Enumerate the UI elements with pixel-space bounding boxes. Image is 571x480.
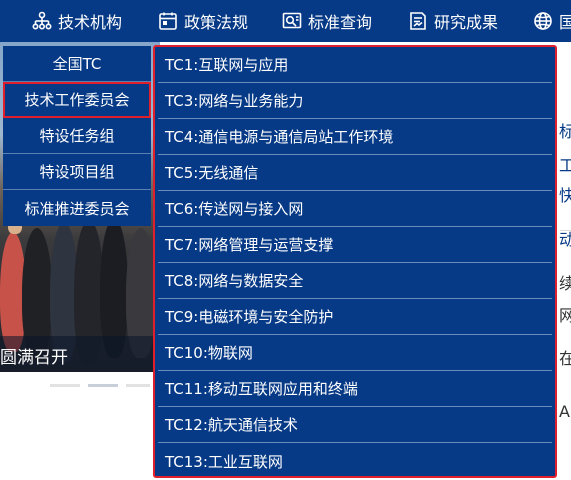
submenu-item-tc11[interactable]: TC11:移动互联网应用和终端 <box>158 371 552 407</box>
carousel-dot-active[interactable] <box>88 384 118 387</box>
news-text-fragment: 在 <box>559 349 571 368</box>
carousel-dot[interactable] <box>126 384 150 387</box>
submenu-item-tc12[interactable]: TC12:航天通信技术 <box>158 407 552 443</box>
menu-item-tech-committee[interactable]: 技术工作委员会 <box>3 82 151 118</box>
submenu-item-tc5[interactable]: TC5:无线通信 <box>158 155 552 191</box>
carousel-indicators <box>50 384 150 387</box>
nav-item-standard-search[interactable]: 标准查询 <box>282 0 372 42</box>
submenu-item-tc10[interactable]: TC10:物联网 <box>158 335 552 371</box>
nav-item-label: 研究成果 <box>434 13 499 32</box>
photo-caption[interactable]: 圆满召开 <box>0 343 68 368</box>
search-doc-icon <box>282 11 302 31</box>
submenu-item-tc1[interactable]: TC1:互联网与应用 <box>158 47 552 83</box>
nav-item-label: 标准查询 <box>308 13 373 32</box>
top-navigation-bar: 技术机构 政策法规 标准查询 研究成果 国 <box>0 0 571 42</box>
submenu-item-tc3[interactable]: TC3:网络与业务能力 <box>158 83 552 119</box>
news-text-fragment: AI <box>559 402 571 421</box>
news-text-fragment: 网 <box>559 306 571 325</box>
carousel-dot[interactable] <box>50 384 80 387</box>
submenu-item-tc9[interactable]: TC9:电磁环境与安全防护 <box>158 299 552 335</box>
globe-icon <box>533 11 553 31</box>
submenu-item-tc7[interactable]: TC7:网络管理与运营支撑 <box>158 227 552 263</box>
nav-item-label: 技术机构 <box>58 13 123 32</box>
submenu-item-tc4[interactable]: TC4:通信电源与通信局站工作环境 <box>158 119 552 155</box>
org-chart-icon <box>32 11 52 31</box>
tech-committee-submenu: TC1:互联网与应用 TC3:网络与业务能力 TC4:通信电源与通信局站工作环境… <box>153 45 557 478</box>
nav-item-label: 国 <box>559 13 571 32</box>
news-text-fragment: 续 <box>559 274 571 293</box>
news-title-fragment[interactable]: 动 <box>559 226 571 250</box>
nav-item-international[interactable]: 国 <box>533 0 571 42</box>
menu-item-national-tc[interactable]: 全国TC <box>3 46 151 82</box>
submenu-item-tc6[interactable]: TC6:传送网与接入网 <box>158 191 552 227</box>
report-icon <box>408 11 428 31</box>
news-title-fragment[interactable]: 标 <box>559 118 571 142</box>
news-title-fragment[interactable]: 快 <box>559 182 571 206</box>
nav-item-policy[interactable]: 政策法规 <box>158 0 248 42</box>
submenu-item-tc8[interactable]: TC8:网络与数据安全 <box>158 263 552 299</box>
tech-org-dropdown-menu: 全国TC 技术工作委员会 特设任务组 特设项目组 标准推进委员会 <box>3 46 151 226</box>
nav-item-research[interactable]: 研究成果 <box>408 0 498 42</box>
menu-item-standard-promotion-committee[interactable]: 标准推进委员会 <box>3 190 151 226</box>
menu-item-special-project-group[interactable]: 特设项目组 <box>3 154 151 190</box>
nav-item-label: 政策法规 <box>184 13 249 32</box>
submenu-item-tc13[interactable]: TC13:工业互联网 <box>158 443 552 479</box>
news-title-fragment[interactable]: 工 <box>559 152 571 176</box>
nav-item-tech-org[interactable]: 技术机构 <box>32 0 122 42</box>
calendar-icon <box>158 11 178 31</box>
menu-item-special-task-group[interactable]: 特设任务组 <box>3 118 151 154</box>
